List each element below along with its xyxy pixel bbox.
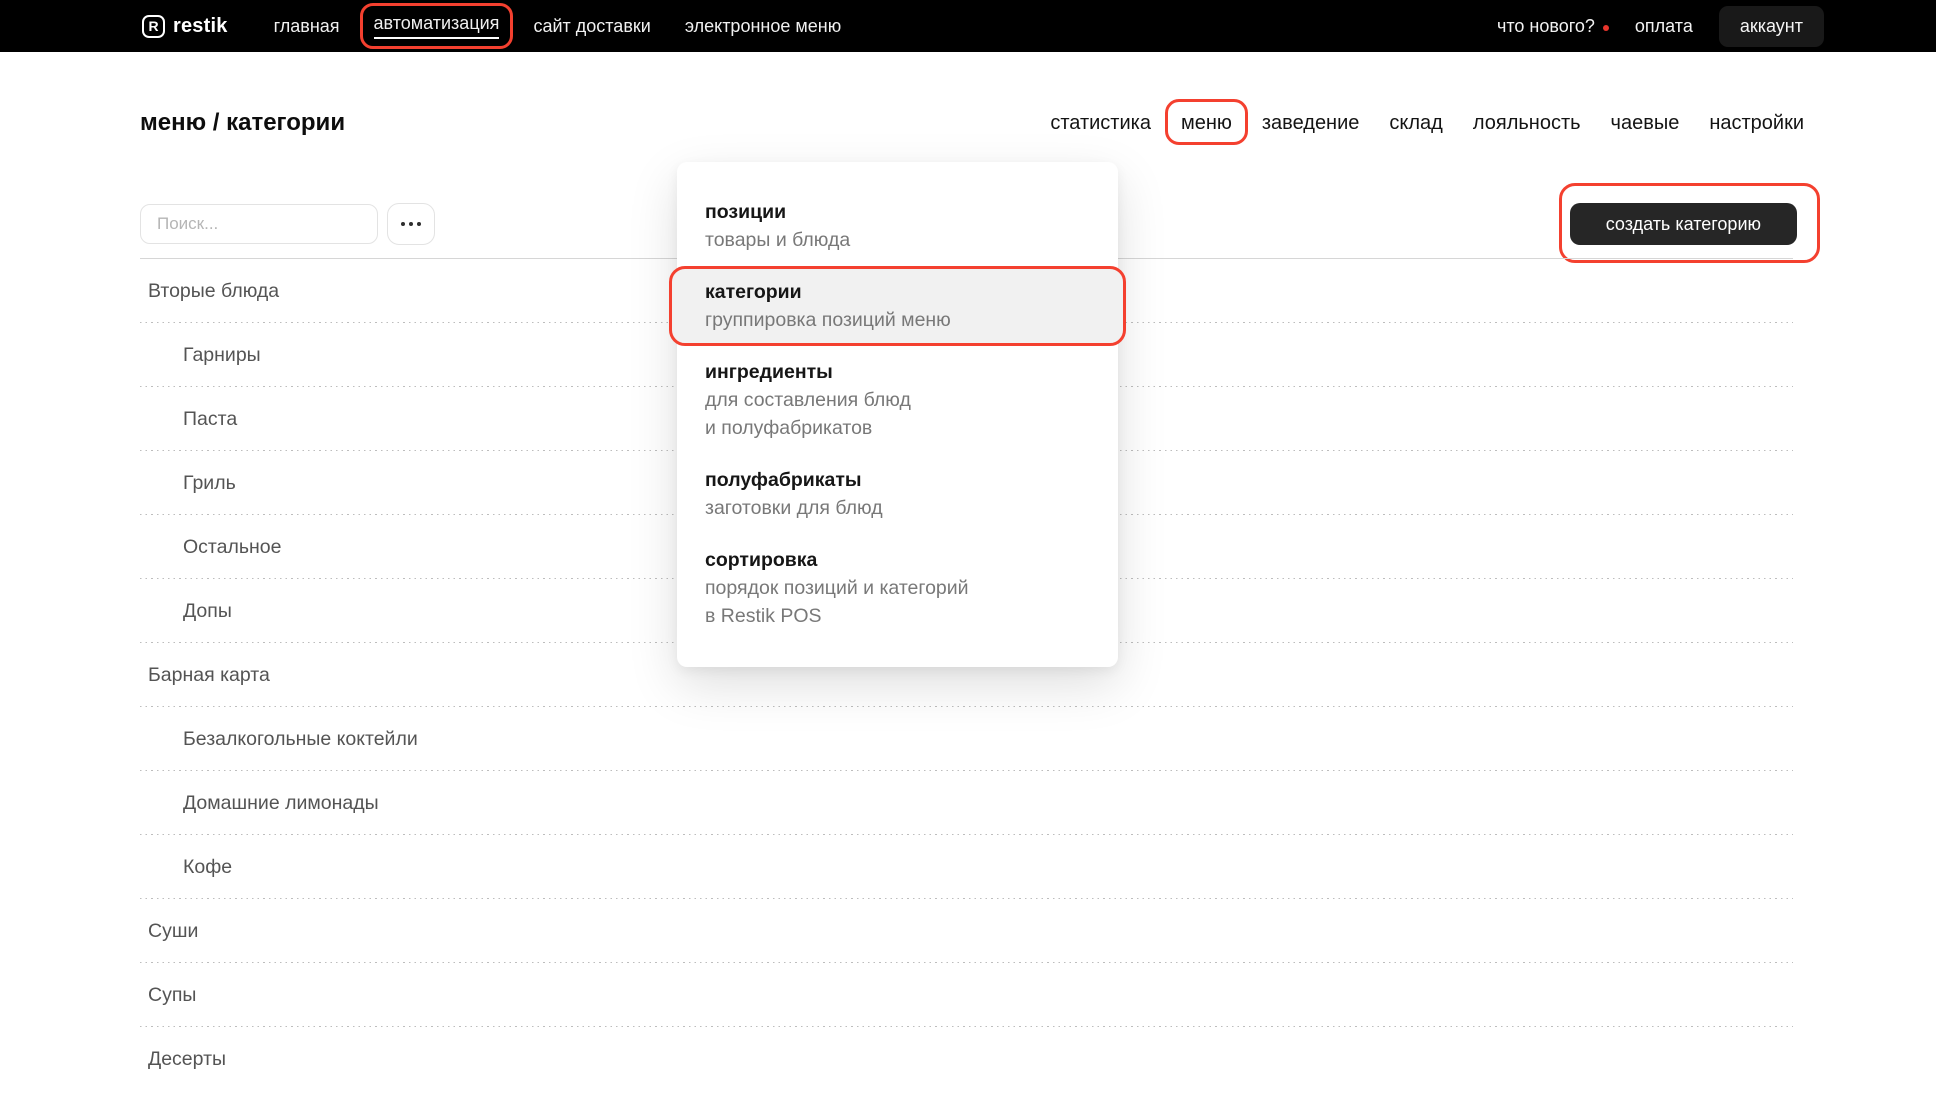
category-label: Барная карта	[148, 664, 270, 687]
menu-dropdown-item-semifinished[interactable]: полуфабрикаты заготовки для блюд	[677, 454, 1118, 534]
menu-dropdown-item-sorting[interactable]: сортировка порядок позиций и категорий в…	[677, 534, 1118, 642]
dropdown-item-subtitle: для составления блюд и полуфабрикатов	[705, 386, 1090, 442]
dropdown-item-title: сортировка	[705, 546, 1090, 574]
more-options-button[interactable]	[387, 203, 435, 245]
menu-dropdown-item-ingredients[interactable]: ингредиенты для составления блюд и полуф…	[677, 346, 1118, 454]
whats-new-link[interactable]: что нового?	[1497, 16, 1609, 37]
section-nav-tips[interactable]: чаевые	[1611, 112, 1680, 135]
dropdown-item-title: позиции	[705, 198, 1090, 226]
topbar-nav-automation[interactable]: автоматизация	[374, 13, 500, 39]
category-label: Домашние лимонады	[183, 792, 379, 815]
category-row[interactable]: Суши	[140, 899, 1793, 963]
category-row[interactable]: Безалкогольные коктейли	[140, 707, 1793, 771]
dropdown-item-title: категории	[705, 278, 1090, 306]
category-row[interactable]: Кофе	[140, 835, 1793, 899]
restik-logo-icon: R	[142, 15, 165, 38]
dropdown-item-title: полуфабрикаты	[705, 466, 1090, 494]
page-title: меню / категории	[140, 109, 345, 137]
topbar: R restik главная автоматизация сайт дост…	[0, 0, 1936, 52]
create-category-wrap: создать категорию	[1570, 203, 1797, 245]
category-label: Остальное	[183, 536, 281, 559]
dropdown-item-subtitle: заготовки для блюд	[705, 494, 1090, 522]
topbar-right: что нового? оплата аккаунт	[1497, 6, 1824, 47]
section-nav-loyalty[interactable]: лояльность	[1473, 112, 1581, 135]
category-row[interactable]: Супы	[140, 963, 1793, 1027]
section-nav-menu[interactable]: меню	[1181, 112, 1232, 135]
category-label: Безалкогольные коктейли	[183, 728, 418, 751]
category-row[interactable]: Десерты	[140, 1027, 1793, 1091]
category-label: Допы	[183, 600, 232, 623]
dropdown-item-subtitle: товары и блюда	[705, 226, 1090, 254]
topbar-nav-emenu[interactable]: электронное меню	[685, 16, 841, 37]
menu-dropdown-item-categories[interactable]: категории группировка позиций меню	[669, 266, 1126, 346]
category-label: Супы	[148, 984, 196, 1007]
whats-new-label: что нового?	[1497, 16, 1595, 37]
section-nav-menu-label: меню	[1181, 112, 1232, 134]
account-button[interactable]: аккаунт	[1719, 6, 1824, 47]
page-header: меню / категории статистика меню заведен…	[140, 96, 1804, 150]
menu-dropdown: позиции товары и блюда категории группир…	[677, 162, 1118, 667]
category-label: Гарниры	[183, 344, 261, 367]
category-label: Кофе	[183, 856, 232, 879]
category-label: Суши	[148, 920, 198, 943]
dropdown-item-title: ингредиенты	[705, 358, 1090, 386]
section-nav-settings[interactable]: настройки	[1709, 112, 1804, 135]
topbar-nav-delivery-site[interactable]: сайт доставки	[533, 16, 650, 37]
create-category-button[interactable]: создать категорию	[1570, 203, 1797, 245]
notification-dot-icon	[1603, 25, 1609, 31]
dropdown-item-subtitle: порядок позиций и категорий в Restik POS	[705, 574, 1090, 630]
search-input[interactable]	[140, 204, 378, 244]
section-nav: статистика меню заведение склад лояльнос…	[1050, 112, 1804, 135]
restik-logo-text: restik	[173, 15, 228, 38]
topbar-nav: главная автоматизация сайт доставки элек…	[274, 13, 842, 39]
restik-logo[interactable]: R restik	[142, 15, 228, 38]
category-label: Вторые блюда	[148, 280, 279, 303]
dropdown-item-subtitle: группировка позиций меню	[705, 306, 1090, 334]
menu-dropdown-item-positions[interactable]: позиции товары и блюда	[677, 186, 1118, 266]
payment-link[interactable]: оплата	[1635, 16, 1693, 37]
section-nav-statistics[interactable]: статистика	[1050, 112, 1151, 135]
restik-admin-screen: R restik главная автоматизация сайт дост…	[0, 0, 1936, 1096]
category-label: Паста	[183, 408, 237, 431]
topbar-nav-main[interactable]: главная	[274, 16, 340, 37]
section-nav-stock[interactable]: склад	[1389, 112, 1442, 135]
category-label: Гриль	[183, 472, 236, 495]
ellipsis-icon	[409, 222, 414, 227]
topbar-nav-automation-label: автоматизация	[374, 13, 500, 39]
category-label: Десерты	[148, 1048, 226, 1071]
category-row[interactable]: Домашние лимонады	[140, 771, 1793, 835]
section-nav-venue[interactable]: заведение	[1262, 112, 1360, 135]
